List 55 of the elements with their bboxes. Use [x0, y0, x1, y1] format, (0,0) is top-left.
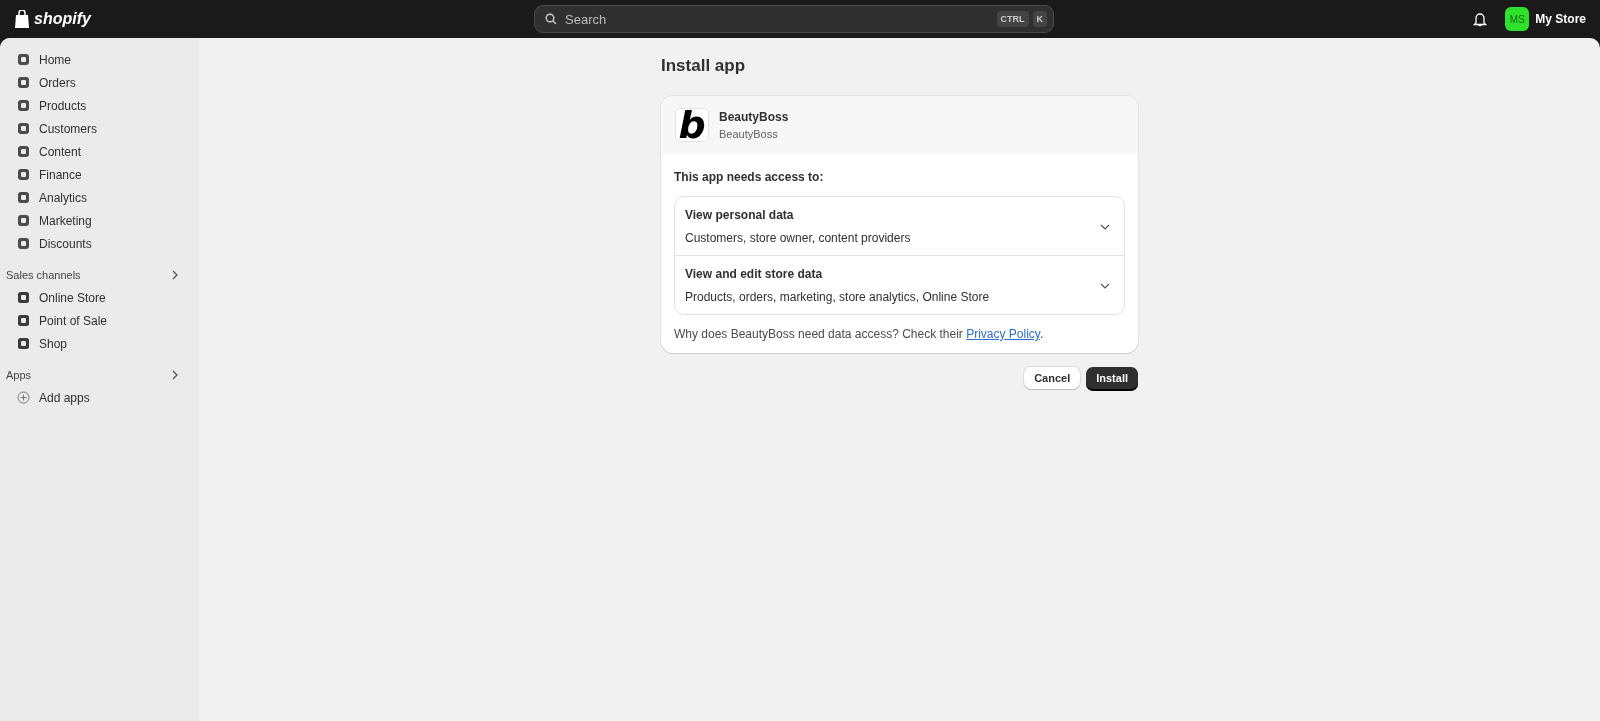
plus-circle-icon [17, 391, 30, 404]
section-header[interactable]: Apps [0, 364, 199, 386]
permission-title: View personal data [685, 208, 795, 222]
store-avatar[interactable]: MS [1505, 7, 1530, 31]
nav-item[interactable]: Finance [0, 163, 199, 186]
search-icon [545, 13, 557, 25]
nav-item[interactable]: Home [0, 48, 199, 71]
nav-item[interactable]: Online Store [0, 286, 199, 309]
nav-icon [17, 168, 30, 181]
nav-icon [17, 237, 30, 250]
cancel-button[interactable]: Cancel [1024, 367, 1081, 389]
nav-item[interactable]: Marketing [0, 209, 199, 232]
access-heading: This app needs access to: [674, 170, 825, 184]
nav-item[interactable]: Orders [0, 71, 199, 94]
search-input[interactable]: Search [563, 10, 991, 28]
nav-item[interactable]: Shop [0, 332, 199, 355]
channel-icon [17, 314, 30, 327]
chevron-right-icon [172, 370, 179, 380]
permission-detail: Customers, store owner, content providers [685, 231, 911, 245]
chevron-right-icon [172, 270, 179, 280]
nav-icon [17, 99, 30, 112]
brand-logo[interactable]: shopify [34, 10, 91, 28]
permission-row[interactable]: View and edit store data Products, orders, marketing, store analytics, Online Store [675, 255, 1124, 314]
section-header[interactable]: Sales channels [0, 264, 199, 286]
nav-item[interactable]: Analytics [0, 186, 199, 209]
search-bar[interactable]: Search CTRL K [534, 5, 1054, 33]
nav-icon [17, 214, 30, 227]
nav-item[interactable]: Customers [0, 117, 199, 140]
nav-item[interactable]: Add apps [0, 386, 199, 409]
privacy-policy-link[interactable]: Privacy Policy [966, 327, 1040, 341]
nav-item[interactable]: Discounts [0, 232, 199, 255]
store-name[interactable]: My Store [1535, 12, 1586, 26]
nav-item[interactable]: Content [0, 140, 199, 163]
install-button[interactable]: Install [1086, 367, 1138, 389]
privacy-note: Why does BeautyBoss need data access? Check their [674, 327, 964, 341]
channel-icon [17, 337, 30, 350]
permission-title: View and edit store data [685, 267, 824, 281]
channel-icon [17, 291, 30, 304]
nav-icon [17, 122, 30, 135]
permission-detail: Products, orders, marketing, store analytics, Online Store [685, 290, 990, 304]
nav-icon [17, 76, 30, 89]
nav-item[interactable]: Products [0, 94, 199, 117]
app-developer: BeautyBoss [719, 128, 779, 140]
shopping-bag-icon [14, 9, 30, 29]
bell-icon[interactable] [1473, 11, 1488, 27]
nav-icon [17, 191, 30, 204]
page-title: Install app [661, 56, 747, 76]
keyboard-key: CTRL [996, 11, 1029, 27]
nav-icon [17, 53, 30, 66]
keyboard-key: K [1032, 11, 1047, 27]
app-logo: b [675, 108, 709, 142]
app-name: BeautyBoss [719, 110, 789, 124]
nav-item[interactable]: Point of Sale [0, 309, 199, 332]
nav-icon [17, 145, 30, 158]
permission-row[interactable]: View personal data Customers, store owner, content providers [675, 197, 1124, 255]
